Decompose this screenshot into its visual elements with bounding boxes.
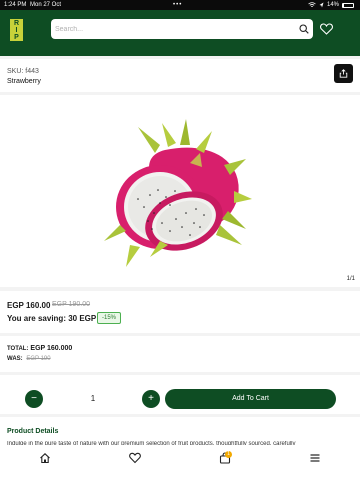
- original-price: EGP 190.00: [52, 301, 91, 308]
- product-image-carousel[interactable]: 1/1: [0, 95, 360, 287]
- menu-icon[interactable]: [309, 452, 321, 464]
- wifi-icon: [308, 2, 316, 7]
- status-date: Mon 27 Oct: [30, 2, 62, 8]
- search-input[interactable]: [55, 25, 295, 33]
- price-card: EGP 160.00 EGP 190.00 You are saving: 30…: [0, 291, 360, 333]
- product-image: [104, 119, 252, 267]
- battery-percent: 14%: [326, 2, 339, 8]
- increase-quantity-button[interactable]: +: [142, 390, 160, 408]
- image-counter: 1/1: [346, 276, 355, 282]
- status-bar: 1:24 PM Mon 27 Oct ••• 14%: [0, 0, 360, 10]
- status-indicators: 14%: [308, 0, 354, 10]
- multitask-dots[interactable]: •••: [173, 0, 182, 10]
- wishlist-heart-icon[interactable]: [320, 23, 333, 35]
- was-value: EGP 190: [26, 356, 51, 362]
- total-label: TOTAL:: [7, 346, 29, 352]
- quantity-value: 1: [90, 394, 96, 403]
- brand-logo[interactable]: R I P: [10, 19, 23, 41]
- product-header-card: SKU: f443 Strawberry: [0, 59, 360, 92]
- search-icon[interactable]: [299, 24, 309, 34]
- home-icon[interactable]: [39, 452, 51, 464]
- total-card: TOTAL: EGP 160.000 WAS: EGP 190: [0, 336, 360, 372]
- product-name: Strawberry: [7, 78, 41, 85]
- location-icon: [319, 2, 324, 8]
- current-price: EGP 160.00: [7, 301, 51, 310]
- bottom-navigation: [0, 445, 360, 480]
- battery-icon: [342, 2, 354, 8]
- share-icon: [339, 69, 348, 78]
- heart-icon[interactable]: [129, 452, 141, 464]
- product-sku: SKU: f443: [7, 68, 39, 75]
- was-label: WAS:: [7, 356, 23, 362]
- status-time: 1:24 PM: [4, 2, 27, 8]
- discount-badge: -15%: [97, 312, 122, 324]
- saving-text: You are saving: 30 EGP: [7, 314, 97, 323]
- share-button[interactable]: [334, 64, 353, 83]
- total-value: EGP 160.000: [30, 345, 73, 352]
- details-title: Product Details: [7, 428, 59, 435]
- add-to-cart-button[interactable]: Add To Cart: [165, 389, 336, 409]
- decrease-quantity-button[interactable]: −: [25, 390, 43, 408]
- was-line: WAS: EGP 190: [7, 356, 51, 362]
- cart-count-badge: 1: [225, 451, 232, 458]
- search-bar[interactable]: [51, 19, 313, 39]
- app-root: 1:24 PM Mon 27 Oct ••• 14% R I P SKU: f4…: [0, 0, 360, 480]
- total-line: TOTAL: EGP 160.000: [7, 345, 72, 352]
